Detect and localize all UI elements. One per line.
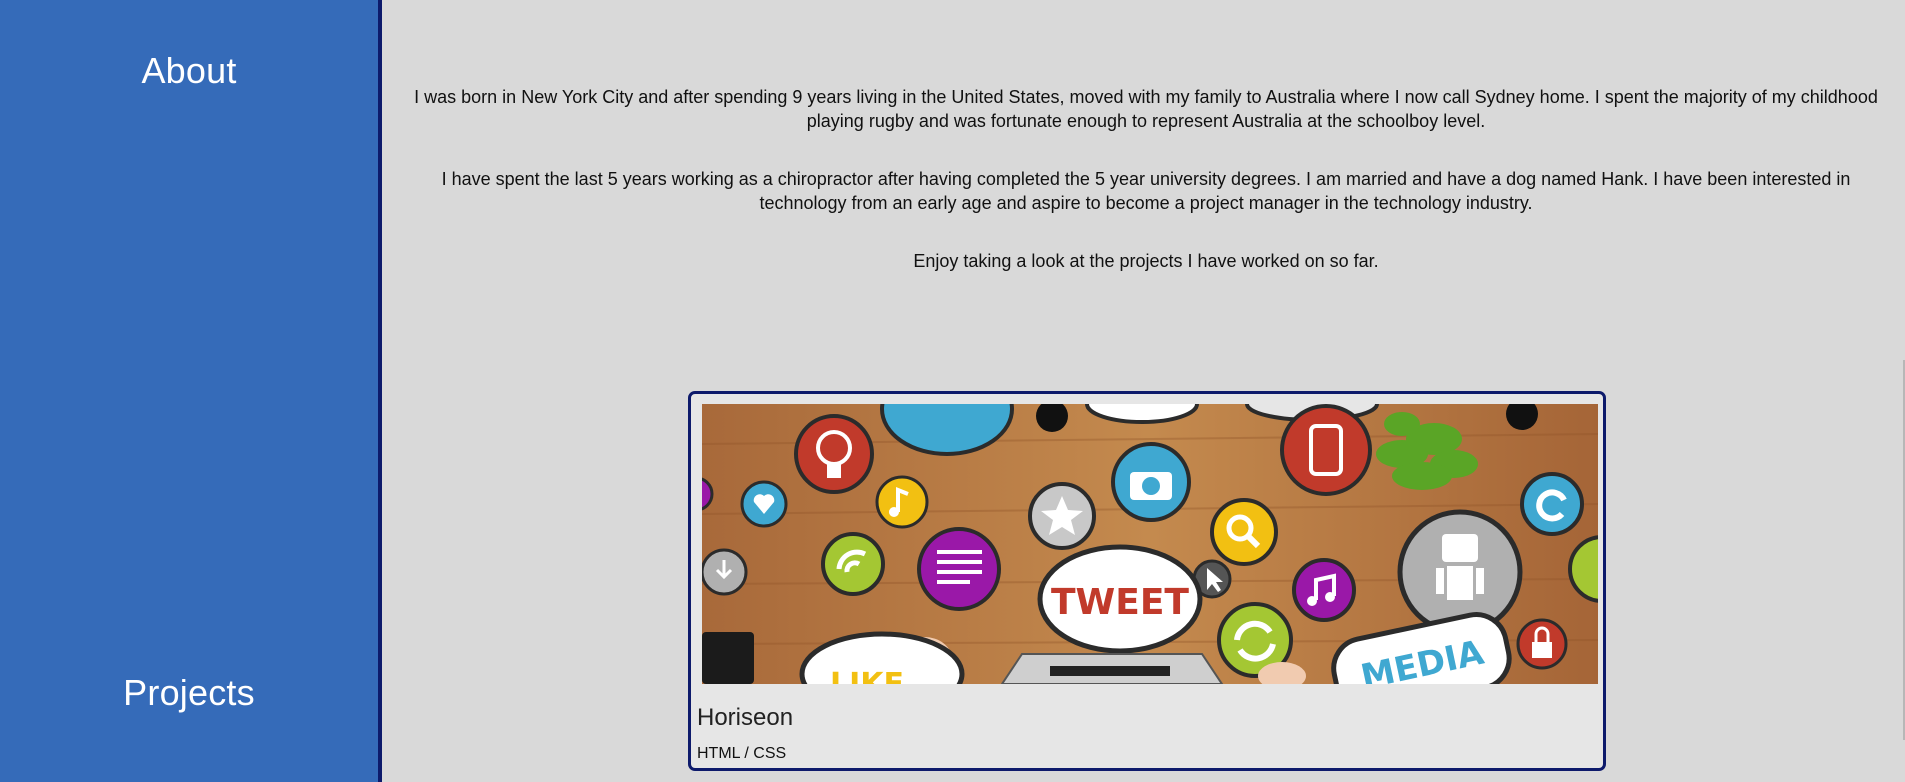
project-tags: HTML / CSS bbox=[697, 745, 787, 762]
project-title[interactable]: Horiseon bbox=[697, 704, 793, 732]
tweet-bubble-text: TWEET bbox=[1051, 582, 1189, 623]
social-media-icons-illustration: TWEET LIKE MEDIA bbox=[702, 404, 1598, 684]
about-paragraph: Enjoy taking a look at the projects I ha… bbox=[913, 251, 1379, 271]
main-content: I was born in New York City and after sp… bbox=[382, 0, 1905, 782]
about-paragraph: I was born in New York City and after sp… bbox=[414, 87, 1878, 131]
like-bubble-text: LIKE bbox=[830, 667, 904, 684]
about-paragraph: I have spent the last 5 years working as… bbox=[441, 169, 1851, 213]
nav-link-projects[interactable]: Projects bbox=[0, 672, 378, 714]
sidebar: About Projects bbox=[0, 0, 382, 782]
project-card-horiseon[interactable]: TWEET LIKE MEDIA Horiseon HTM bbox=[688, 391, 1606, 771]
project-image[interactable]: TWEET LIKE MEDIA bbox=[702, 404, 1598, 684]
nav-link-about[interactable]: About bbox=[0, 50, 378, 92]
